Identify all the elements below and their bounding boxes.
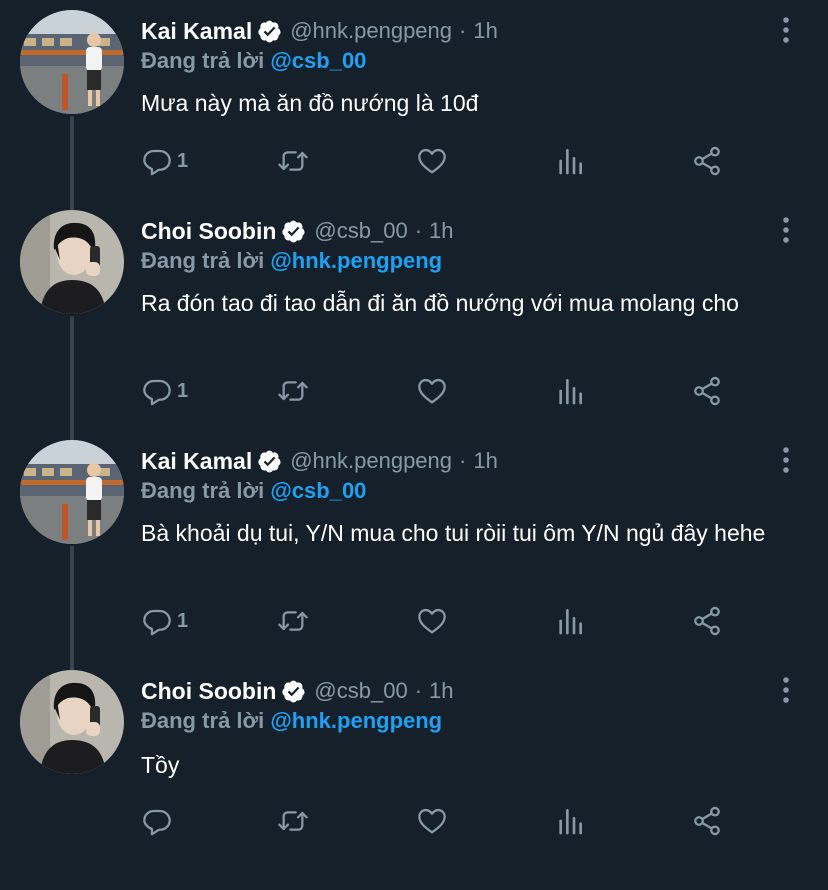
share-button[interactable] xyxy=(691,804,723,838)
display-name[interactable]: Choi Soobin xyxy=(141,678,276,705)
more-options-icon[interactable] xyxy=(782,217,790,243)
display-name[interactable]: Kai Kamal xyxy=(141,448,252,475)
reply-button[interactable]: 1 xyxy=(141,144,188,178)
reply-button[interactable]: 1 xyxy=(141,374,188,408)
share-button[interactable] xyxy=(691,604,723,638)
tweet-header: Kai Kamal @hnk.pengpeng · 1h xyxy=(141,14,498,48)
heart-icon xyxy=(418,378,446,404)
replying-to-label: Đang trả lời xyxy=(141,478,265,503)
more-options-icon[interactable] xyxy=(782,677,790,703)
share-icon xyxy=(694,376,720,406)
mention-link[interactable]: @hnk.pengpeng xyxy=(270,708,442,733)
heart-icon xyxy=(418,148,446,174)
replying-to-label: Đang trả lời xyxy=(141,708,265,733)
tweet-actions: 1 xyxy=(141,374,741,408)
tweet-header: Choi Soobin @csb_00 · 1h xyxy=(141,214,454,248)
analytics-button[interactable] xyxy=(554,804,586,838)
tweet-text: Ra đón tao đi tao dẫn đi ăn đồ nướng với… xyxy=(141,290,739,316)
tweet-actions xyxy=(141,804,741,838)
retweet-button[interactable] xyxy=(277,144,309,178)
separator-dot: · xyxy=(459,18,467,43)
reply-count: 1 xyxy=(177,609,189,632)
reply-icon xyxy=(143,149,171,176)
analytics-icon xyxy=(559,809,582,835)
separator-dot: · xyxy=(459,448,467,473)
replying-to: Đang trả lời @hnk.pengpeng xyxy=(141,708,442,734)
replying-to: Đang trả lời @csb_00 xyxy=(141,478,366,504)
timestamp[interactable]: 1h xyxy=(429,218,453,244)
like-button[interactable] xyxy=(416,144,448,178)
verified-badge-icon xyxy=(258,450,281,472)
like-button[interactable] xyxy=(416,604,448,638)
mention-link[interactable]: @csb_00 xyxy=(270,478,366,503)
separator-dot: · xyxy=(414,678,423,703)
timestamp[interactable]: 1h xyxy=(429,678,453,704)
analytics-icon xyxy=(559,379,582,405)
retweet-icon xyxy=(278,811,308,831)
analytics-icon xyxy=(559,149,582,175)
reply-button[interactable]: 1 xyxy=(141,604,188,638)
user-handle[interactable]: @hnk.pengpeng xyxy=(290,448,452,474)
tweet[interactable]: Kai Kamal @hnk.pengpeng · 1h Đang trả lờ… xyxy=(0,0,828,230)
reply-button[interactable] xyxy=(141,804,177,838)
display-name[interactable]: Kai Kamal xyxy=(141,18,252,45)
tweet[interactable]: Choi Soobin @csb_00 · 1h Đang trả lời @h… xyxy=(0,660,828,890)
display-name[interactable]: Choi Soobin xyxy=(141,218,276,245)
reply-icon xyxy=(143,809,171,836)
verified-badge-icon xyxy=(282,680,305,702)
more-options-icon[interactable] xyxy=(782,447,790,473)
tweet[interactable]: Choi Soobin @csb_00 · 1h Đang trả lời @h… xyxy=(0,200,828,430)
separator-dot: · xyxy=(414,218,423,243)
tweet-text: Mưa này mà ăn đồ nướng là 10đ xyxy=(141,90,479,116)
timestamp[interactable]: 1h xyxy=(473,448,497,474)
retweet-icon xyxy=(278,381,308,401)
replying-to-label: Đang trả lời xyxy=(141,48,265,73)
mention-link[interactable]: @csb_00 xyxy=(270,48,366,73)
user-handle[interactable]: @csb_00 xyxy=(314,678,407,704)
like-button[interactable] xyxy=(416,374,448,408)
tweet-text: Bà khoải dụ tui, Y/N mua cho tui ròii tu… xyxy=(141,520,766,546)
retweet-icon xyxy=(278,611,308,631)
share-icon xyxy=(694,806,720,836)
heart-icon xyxy=(418,608,446,634)
mention-link[interactable]: @hnk.pengpeng xyxy=(270,248,442,273)
avatar[interactable] xyxy=(20,440,124,544)
replying-to-label: Đang trả lời xyxy=(141,248,265,273)
retweet-button[interactable] xyxy=(277,374,309,408)
verified-badge-icon xyxy=(258,20,281,42)
retweet-button[interactable] xyxy=(277,804,309,838)
tweet-header: Kai Kamal @hnk.pengpeng · 1h xyxy=(141,444,498,478)
tweet-actions: 1 xyxy=(141,604,741,638)
like-button[interactable] xyxy=(416,804,448,838)
reply-count: 1 xyxy=(177,379,189,402)
avatar[interactable] xyxy=(20,670,124,774)
reply-icon xyxy=(143,379,171,406)
analytics-button[interactable] xyxy=(554,144,586,178)
share-icon xyxy=(694,606,720,636)
timestamp[interactable]: 1h xyxy=(473,18,497,44)
retweet-icon xyxy=(278,151,308,171)
replying-to: Đang trả lời @hnk.pengpeng xyxy=(141,248,442,274)
tweet-actions: 1 xyxy=(141,144,741,178)
user-handle[interactable]: @hnk.pengpeng xyxy=(290,18,452,44)
verified-badge-icon xyxy=(282,220,305,242)
retweet-button[interactable] xyxy=(277,604,309,638)
avatar[interactable] xyxy=(20,210,124,314)
analytics-button[interactable] xyxy=(554,374,586,408)
more-options-icon[interactable] xyxy=(782,17,790,43)
reply-count: 1 xyxy=(177,149,189,172)
user-handle[interactable]: @csb_00 xyxy=(314,218,407,244)
tweet[interactable]: Kai Kamal @hnk.pengpeng · 1h Đang trả lờ… xyxy=(0,430,828,660)
analytics-icon xyxy=(559,609,582,635)
heart-icon xyxy=(418,808,446,834)
tweet-text: Tồy xyxy=(141,752,180,778)
tweet-header: Choi Soobin @csb_00 · 1h xyxy=(141,674,454,708)
avatar[interactable] xyxy=(20,10,124,114)
replying-to: Đang trả lời @csb_00 xyxy=(141,48,366,74)
analytics-button[interactable] xyxy=(554,604,586,638)
share-button[interactable] xyxy=(691,144,723,178)
share-button[interactable] xyxy=(691,374,723,408)
share-icon xyxy=(694,146,720,176)
reply-icon xyxy=(143,609,171,636)
